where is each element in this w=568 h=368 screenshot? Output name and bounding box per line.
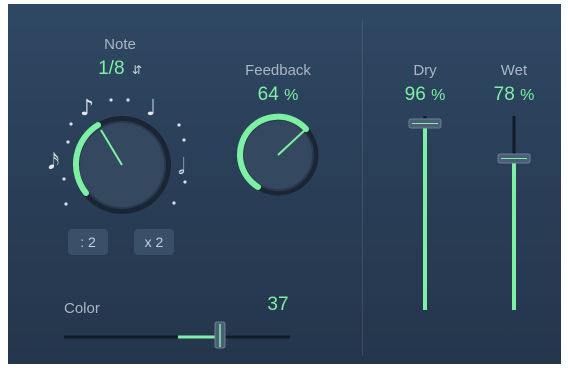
wet-value-number: 78 bbox=[493, 84, 515, 105]
feedback-value: 64 % bbox=[233, 84, 323, 106]
wet-label: Wet bbox=[500, 62, 528, 79]
feedback-value-number: 64 bbox=[257, 84, 279, 105]
wet-fader[interactable] bbox=[497, 116, 531, 310]
dry-value-number: 96 bbox=[404, 84, 426, 105]
sixteenth-note-icon[interactable]: 𝅘𝅥𝅯 bbox=[48, 150, 59, 175]
wet-value-unit: % bbox=[520, 87, 535, 104]
double-note-button[interactable]: x 2 bbox=[134, 229, 174, 255]
feedback-label: Feedback bbox=[245, 62, 311, 79]
dry-fader[interactable] bbox=[408, 116, 442, 310]
section-divider bbox=[362, 20, 363, 356]
color-value: 37 bbox=[267, 294, 289, 315]
quarter-note-icon[interactable]: ♩ bbox=[146, 96, 156, 121]
half-note-button[interactable]: : 2 bbox=[68, 229, 108, 255]
note-knob[interactable] bbox=[73, 116, 171, 214]
color-slider[interactable] bbox=[64, 321, 290, 349]
dry-label: Dry bbox=[413, 62, 437, 79]
dry-value-unit: % bbox=[431, 87, 446, 104]
half-note-icon[interactable]: 𝅗𝅥 bbox=[178, 155, 185, 180]
feedback-value-unit: % bbox=[284, 87, 299, 104]
wet-value: 78 % bbox=[477, 84, 551, 106]
eighth-note-icon[interactable]: ♪ bbox=[80, 96, 94, 121]
color-label: Color bbox=[64, 300, 100, 317]
dry-value: 96 % bbox=[388, 84, 462, 106]
feedback-knob[interactable] bbox=[237, 113, 319, 196]
delay-plugin-panel: Note 1/8 ⇵ 𝅘𝅥𝅯 ♪ ♩ 𝅗𝅥: 2 x 2 Feedback 64 %… bbox=[8, 4, 561, 364]
